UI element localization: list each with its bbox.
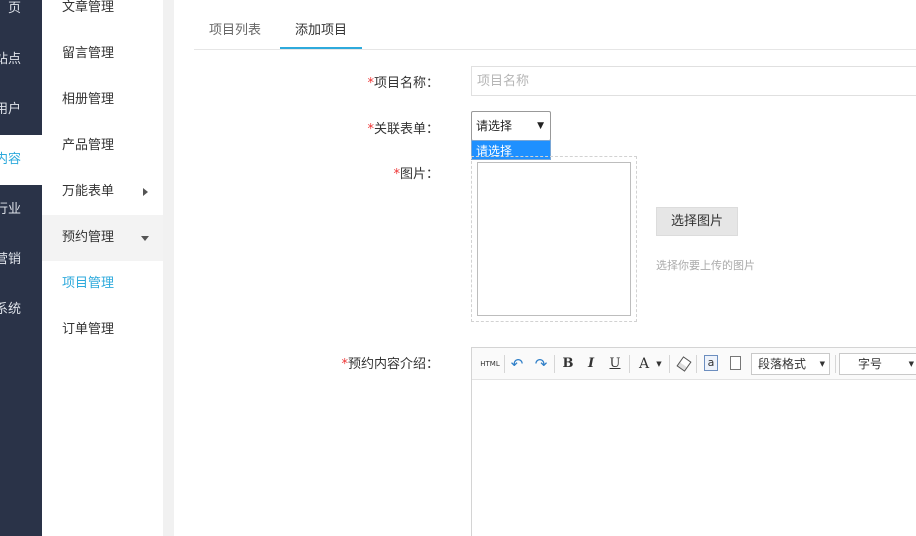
main-nav-label: 行业 — [0, 202, 21, 217]
main-nav-label: 页 — [7, 1, 21, 16]
tab-project-list[interactable]: 项目列表 — [194, 14, 276, 49]
document-icon[interactable] — [730, 356, 741, 370]
main-nav-label: 内容 — [0, 152, 21, 167]
redo-icon[interactable]: ↷ — [532, 354, 550, 374]
toolbar-divider — [669, 355, 670, 373]
combo-value: 字号 — [858, 357, 883, 371]
tab-bar: 项目列表 添加项目 — [194, 14, 916, 50]
underline-button[interactable]: U — [606, 354, 624, 374]
editor-toolbar: HTML ↶ ↷ B I U A ▼ a 段落格式 ▼ 字号 ▼ — [472, 348, 916, 380]
label-text: 图片： — [399, 167, 439, 182]
chevron-down-icon — [141, 236, 149, 241]
sub-nav-item-orders[interactable]: 订单管理 — [42, 307, 163, 353]
combo-value: 段落格式 — [758, 357, 807, 371]
main-nav-label: 用户 — [0, 102, 21, 117]
main-nav-item-industry[interactable]: 行业 — [0, 185, 42, 235]
main-nav-item-site[interactable]: 站点 — [0, 35, 42, 85]
html-source-button[interactable]: HTML — [478, 354, 502, 374]
image-hint: 选择你要上传的图片 — [656, 259, 755, 272]
intro-label: *预约内容介绍： — [279, 353, 439, 372]
toolbar-divider — [504, 355, 505, 373]
main-nav-label: 站点 — [0, 52, 21, 67]
main-nav-item-home[interactable]: 页 — [0, 0, 42, 34]
anchor-icon[interactable]: a — [704, 355, 718, 371]
chevron-down-icon: ▼ — [908, 360, 914, 368]
toolbar-divider — [835, 355, 836, 373]
label-text: 项目名称： — [373, 76, 439, 91]
sub-nav-item-articles[interactable]: 文章管理 — [42, 0, 163, 31]
layout-gap — [163, 0, 174, 536]
bold-button[interactable]: B — [559, 354, 577, 374]
sub-nav-item-forms[interactable]: 万能表单 — [42, 169, 163, 215]
chevron-right-icon — [143, 188, 148, 196]
sub-nav: 文章管理 留言管理 相册管理 产品管理 万能表单 预约管理 项目管理 订单管理 — [42, 0, 163, 536]
sub-nav-item-label: 万能表单 — [62, 184, 115, 199]
main-nav-item-system[interactable]: 系统 — [0, 285, 42, 335]
main-nav: 页 站点 用户 内容 行业 营销 系统 — [0, 0, 42, 536]
main-nav-item-content[interactable]: 内容 — [0, 135, 42, 185]
main-nav-item-user[interactable]: 用户 — [0, 85, 42, 135]
main-nav-label: 系统 — [0, 302, 21, 317]
label-text: 关联表单： — [373, 122, 439, 137]
sub-nav-item-products[interactable]: 产品管理 — [42, 123, 163, 169]
font-size-select[interactable]: 字号 ▼ — [839, 353, 916, 375]
sub-nav-item-albums[interactable]: 相册管理 — [42, 77, 163, 123]
related-form-label: *关联表单： — [279, 118, 439, 137]
main-nav-item-marketing[interactable]: 营销 — [0, 235, 42, 285]
eraser-icon[interactable] — [676, 356, 692, 372]
main-nav-label: 营销 — [0, 252, 21, 267]
sub-nav-item-label: 预约管理 — [62, 230, 115, 245]
rich-text-editor[interactable]: HTML ↶ ↷ B I U A ▼ a 段落格式 ▼ 字号 ▼ — [471, 347, 916, 536]
toolbar-divider — [696, 355, 697, 373]
choose-image-button[interactable]: 选择图片 — [656, 207, 738, 236]
project-name-input[interactable] — [471, 66, 916, 96]
select-value: 请选择 — [476, 119, 513, 133]
chevron-down-icon: ▼ — [819, 360, 825, 368]
related-form-select[interactable]: 请选择 ▼ — [471, 111, 551, 141]
sub-nav-item-messages[interactable]: 留言管理 — [42, 31, 163, 77]
sub-nav-item-booking[interactable]: 预约管理 — [42, 215, 163, 261]
undo-icon[interactable]: ↶ — [508, 354, 526, 374]
main-content: 项目列表 添加项目 *项目名称： *关联表单： 请选择 ▼ 请选择 *图片： 选… — [174, 0, 916, 536]
tab-add-project[interactable]: 添加项目 — [280, 14, 363, 49]
image-preview — [477, 162, 631, 316]
label-text: 预约内容介绍： — [347, 357, 439, 372]
project-name-label: *项目名称： — [279, 72, 439, 91]
image-label: *图片： — [279, 163, 439, 182]
font-color-dropdown-icon[interactable]: ▼ — [654, 354, 664, 374]
toolbar-divider — [554, 355, 555, 373]
sub-nav-item-projects[interactable]: 项目管理 — [42, 261, 163, 307]
paragraph-format-select[interactable]: 段落格式 ▼ — [751, 353, 830, 375]
italic-button[interactable]: I — [582, 354, 600, 374]
image-dropzone[interactable] — [471, 156, 637, 322]
toolbar-divider — [629, 355, 630, 373]
caret-down-icon: ▼ — [537, 121, 544, 131]
font-color-button[interactable]: A — [636, 354, 652, 374]
